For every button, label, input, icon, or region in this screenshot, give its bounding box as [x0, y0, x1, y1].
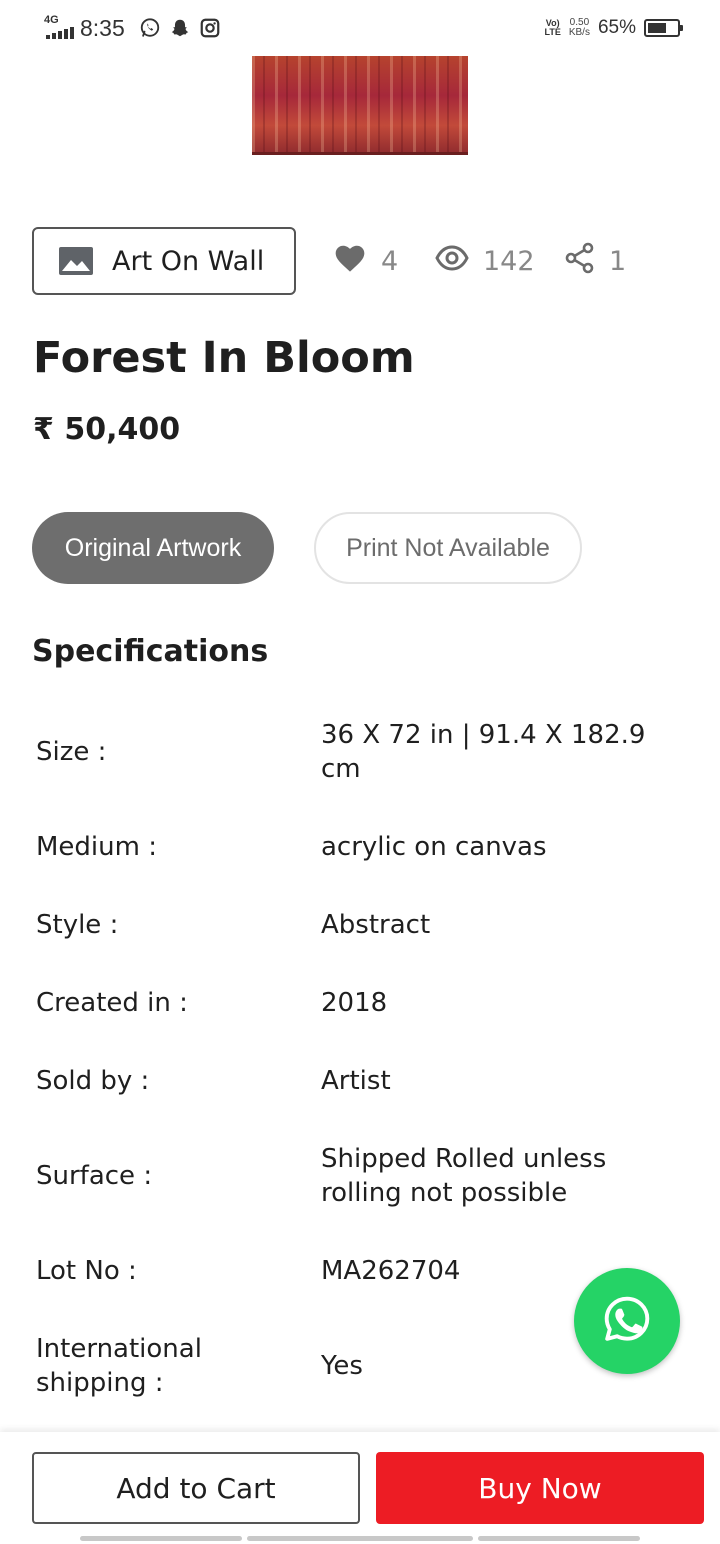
artwork-frame-edge: [252, 152, 468, 155]
volte-indicator: Vo) LTE: [545, 19, 561, 37]
specifications-heading: Specifications: [32, 634, 269, 669]
whatsapp-chat-button[interactable]: [574, 1268, 680, 1374]
spec-row-medium: Medium : acrylic on canvas: [36, 830, 676, 864]
artwork-title: Forest In Bloom: [33, 333, 415, 383]
snapchat-icon: [169, 17, 191, 39]
status-time: 8:35: [80, 14, 125, 41]
nav-indicator-center: [247, 1536, 473, 1541]
status-bar-left: 4G 8:35: [40, 14, 229, 42]
spec-value: Artist: [321, 1066, 391, 1096]
spec-label: Medium :: [36, 832, 157, 862]
artwork-image[interactable]: [252, 56, 468, 155]
spec-label: Lot No :: [36, 1256, 137, 1286]
buy-now-button[interactable]: Buy Now: [376, 1452, 704, 1524]
network-speed: 0.50 KB/s: [569, 18, 590, 38]
spec-label: International shipping :: [36, 1334, 202, 1398]
spec-value: Shipped Rolled unless rolling not possib…: [321, 1144, 607, 1208]
spec-label: Style :: [36, 910, 119, 940]
share-icon: [565, 242, 595, 281]
add-to-cart-button[interactable]: Add to Cart: [32, 1452, 360, 1524]
whatsapp-icon: [139, 17, 161, 39]
share-stat[interactable]: 1: [565, 240, 626, 282]
artwork-price: ₹ 50,400: [33, 412, 181, 447]
spec-row-surface: Surface : Shipped Rolled unless rolling …: [36, 1142, 676, 1210]
spec-label: Surface :: [36, 1161, 153, 1191]
spec-row-style: Style : Abstract: [36, 908, 676, 942]
battery-percent: 65%: [597, 17, 636, 38]
original-artwork-option[interactable]: Original Artwork: [32, 512, 274, 584]
spec-row-created: Created in : 2018: [36, 986, 676, 1020]
instagram-icon: [199, 17, 221, 39]
like-stat[interactable]: 4: [333, 240, 398, 282]
bottom-action-bar: Add to Cart Buy Now: [0, 1432, 720, 1544]
whatsapp-icon: [601, 1293, 653, 1349]
spec-value: 2018: [321, 988, 388, 1018]
eye-icon: [435, 244, 469, 278]
spec-value: 36 X 72 in | 91.4 X 182.9 cm: [321, 720, 646, 784]
views-count: 142: [483, 245, 535, 277]
heart-icon: [333, 243, 367, 280]
spec-label: Size :: [36, 737, 107, 767]
art-on-wall-button[interactable]: Art On Wall: [32, 227, 296, 295]
volte-bottom: LTE: [544, 27, 561, 37]
battery-icon: [644, 19, 683, 37]
status-bar-right: Vo) LTE 0.50 KB/s 65%: [545, 14, 683, 42]
spec-value: Abstract: [321, 910, 431, 940]
image-landscape-icon: [58, 246, 94, 276]
print-option[interactable]: Print Not Available: [314, 512, 582, 584]
nav-indicator-left: [80, 1536, 242, 1541]
nav-indicator-right: [478, 1536, 640, 1541]
art-on-wall-label: Art On Wall: [112, 245, 265, 277]
spec-label: Sold by :: [36, 1066, 150, 1096]
network-type: 4G: [44, 14, 59, 26]
status-bar: 4G 8:35 Vo) LTE 0.50 KB/s 65%: [0, 0, 720, 56]
speed-unit: KB/s: [568, 27, 590, 38]
views-stat: 142: [435, 240, 535, 282]
spec-row-size: Size : 36 X 72 in | 91.4 X 182.9 cm: [36, 718, 676, 786]
spec-row-sold-by: Sold by : Artist: [36, 1064, 676, 1098]
shares-count: 1: [609, 245, 627, 277]
spec-value: acrylic on canvas: [321, 832, 547, 862]
spec-row-lot-no: Lot No : MA262704: [36, 1254, 676, 1288]
likes-count: 4: [381, 245, 399, 277]
battery-level: [648, 23, 667, 33]
signal-icon: 4G: [40, 15, 74, 41]
spec-label: Created in :: [36, 988, 188, 1018]
